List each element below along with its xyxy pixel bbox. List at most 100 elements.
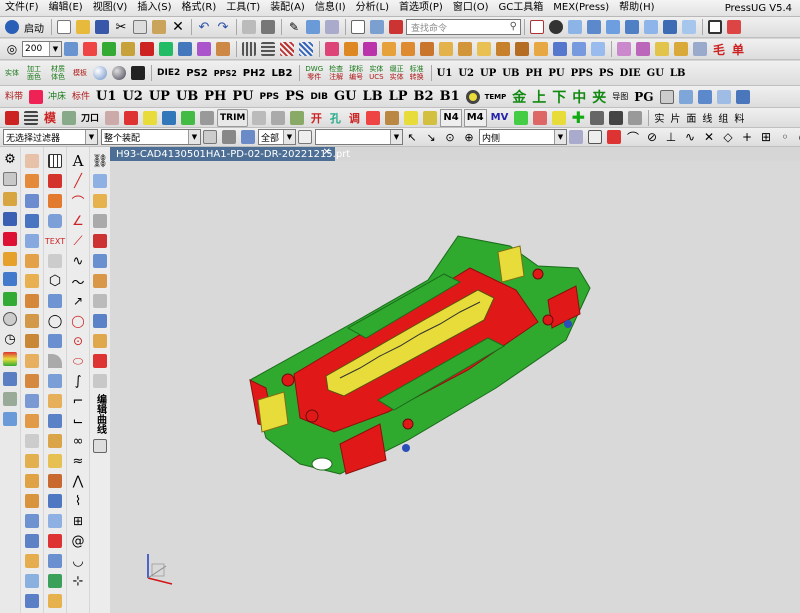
law-curve-icon[interactable]	[46, 432, 64, 450]
arrow-curve-icon[interactable]: ↗	[69, 292, 87, 310]
standard-convert-button[interactable]: 标准 转换	[408, 64, 426, 82]
doc-cube-icon[interactable]	[677, 88, 695, 106]
pu-plate-button[interactable]: PU	[546, 64, 566, 82]
menu-help[interactable]: 帮助(H)	[614, 0, 659, 16]
view-orient-icon[interactable]	[567, 128, 585, 146]
bend-icon[interactable]	[269, 109, 287, 127]
process-studio-icon[interactable]	[1, 310, 19, 328]
snap-center-icon[interactable]: ⊙	[441, 128, 459, 146]
menu-file[interactable]: 文件(F)	[0, 0, 44, 16]
arc-icon[interactable]	[46, 352, 64, 370]
n4-button[interactable]: N4	[440, 108, 462, 127]
color-icon[interactable]	[259, 18, 277, 36]
press-button[interactable]: 冲床	[46, 88, 68, 106]
mv-button[interactable]: MV	[489, 109, 511, 127]
die-part-icon[interactable]: 模	[41, 109, 59, 127]
lifter-icon[interactable]	[179, 109, 197, 127]
select-solid-button[interactable]: 实	[652, 109, 666, 127]
gold-button[interactable]: 金	[510, 88, 528, 106]
shield-orange-icon[interactable]	[46, 192, 64, 210]
curve-rule-select[interactable]: ▼	[315, 129, 403, 145]
window-icon[interactable]	[349, 18, 367, 36]
system-scenes-icon[interactable]	[1, 390, 19, 408]
edit-fillet-icon[interactable]	[91, 332, 109, 350]
grid-fine-icon[interactable]	[259, 40, 277, 58]
bridge-curve-icon[interactable]	[46, 492, 64, 510]
line-icon[interactable]: ╱	[69, 172, 87, 190]
solid-button[interactable]: 实体	[3, 64, 21, 82]
upper-button[interactable]: 上	[530, 88, 548, 106]
snap-node-icon[interactable]: +	[738, 128, 756, 146]
intersect-curve-icon[interactable]	[46, 532, 64, 550]
settings-gear-icon[interactable]: ⚙	[1, 150, 19, 168]
block-icon[interactable]	[62, 40, 80, 58]
ellipse-icon[interactable]: ⬭	[69, 352, 87, 370]
edit-chamfer-icon[interactable]	[91, 372, 109, 390]
grid-table-icon[interactable]	[46, 152, 64, 170]
gu-plate-button[interactable]: GU	[645, 64, 666, 82]
feature-icon[interactable]	[342, 40, 360, 58]
scale-icon[interactable]	[157, 40, 175, 58]
move-icon[interactable]	[100, 40, 118, 58]
edit-divide-icon[interactable]	[91, 232, 109, 250]
helix-icon[interactable]	[46, 412, 64, 430]
slot-feature-icon[interactable]	[23, 292, 41, 310]
b1-button[interactable]: B1	[438, 88, 462, 106]
search-icon[interactable]: ⚲	[510, 21, 517, 32]
sphere-icon[interactable]	[91, 64, 109, 82]
snap-perp-icon[interactable]: ⊥	[662, 128, 680, 146]
copy-body-icon[interactable]	[176, 40, 194, 58]
text-a-icon[interactable]: A	[69, 152, 87, 170]
s-curve-icon[interactable]: ∫	[69, 372, 87, 390]
snap-tangent-icon[interactable]: ⊘	[643, 128, 661, 146]
scale-feature-icon[interactable]	[23, 512, 41, 530]
clock-icon[interactable]: ◷	[1, 330, 19, 348]
text-icon[interactable]: TEXT	[45, 232, 65, 250]
pilot-icon[interactable]	[141, 109, 159, 127]
part-icon[interactable]	[323, 40, 341, 58]
plate-stack-icon[interactable]	[22, 109, 40, 127]
select-group-button[interactable]: 组	[716, 109, 730, 127]
trim-corner-icon[interactable]	[46, 592, 64, 610]
constraint-icon[interactable]	[195, 40, 213, 58]
revolve-feature-icon[interactable]	[23, 192, 41, 210]
box-icon[interactable]	[46, 292, 64, 310]
correct-solid-button[interactable]: 缀正 实体	[388, 64, 406, 82]
join-curve-icon[interactable]	[46, 512, 64, 530]
menu-info[interactable]: 信息(I)	[310, 0, 351, 16]
hexagon-icon[interactable]: ⬡	[46, 272, 64, 290]
assembly-scope-select[interactable]: 整个装配 ▼	[101, 129, 201, 145]
snap-curve-icon[interactable]: ∿	[681, 128, 699, 146]
edit-more-icon[interactable]	[91, 437, 109, 455]
menu-format[interactable]: 格式(R)	[177, 0, 222, 16]
extract-curve-icon[interactable]	[46, 552, 64, 570]
ps2-button[interactable]: PS2	[184, 64, 210, 82]
hatch-icon[interactable]	[278, 40, 296, 58]
wave-curve-icon[interactable]: 〜	[69, 272, 87, 291]
snap-existing-icon[interactable]: ◦	[776, 128, 794, 146]
shield-red-icon[interactable]	[46, 172, 64, 190]
sew-feature-icon[interactable]	[23, 572, 41, 590]
split-feature-icon[interactable]	[23, 472, 41, 490]
snap-arc-icon[interactable]: ⌒	[624, 128, 642, 146]
menu-window[interactable]: 窗口(O)	[448, 0, 494, 16]
doc-cube2-icon[interactable]	[696, 88, 714, 106]
die-plate-button[interactable]: DIE	[618, 64, 643, 82]
material-color-button[interactable]: 材质体色	[47, 64, 69, 82]
menu-tools[interactable]: 工具(T)	[221, 0, 265, 16]
standard-part-button[interactable]: 标件	[70, 88, 92, 106]
sweep-icon[interactable]	[418, 40, 436, 58]
lp-button[interactable]: LP	[387, 88, 410, 106]
point-curve-icon[interactable]: ⊹	[69, 572, 87, 590]
group-icon[interactable]	[214, 40, 232, 58]
cylinder-icon[interactable]	[46, 212, 64, 230]
key-icon[interactable]	[421, 109, 439, 127]
surface-icon[interactable]	[653, 40, 671, 58]
assembly-navigator-icon[interactable]	[1, 170, 19, 188]
m4-button[interactable]: M4	[463, 108, 487, 127]
adjust-icon[interactable]: 调	[345, 109, 363, 127]
project-curve-icon[interactable]	[46, 472, 64, 490]
trim-body-icon[interactable]	[513, 40, 531, 58]
spring-icon[interactable]	[198, 109, 216, 127]
scope-select[interactable]: 全部 ▼	[258, 129, 296, 145]
